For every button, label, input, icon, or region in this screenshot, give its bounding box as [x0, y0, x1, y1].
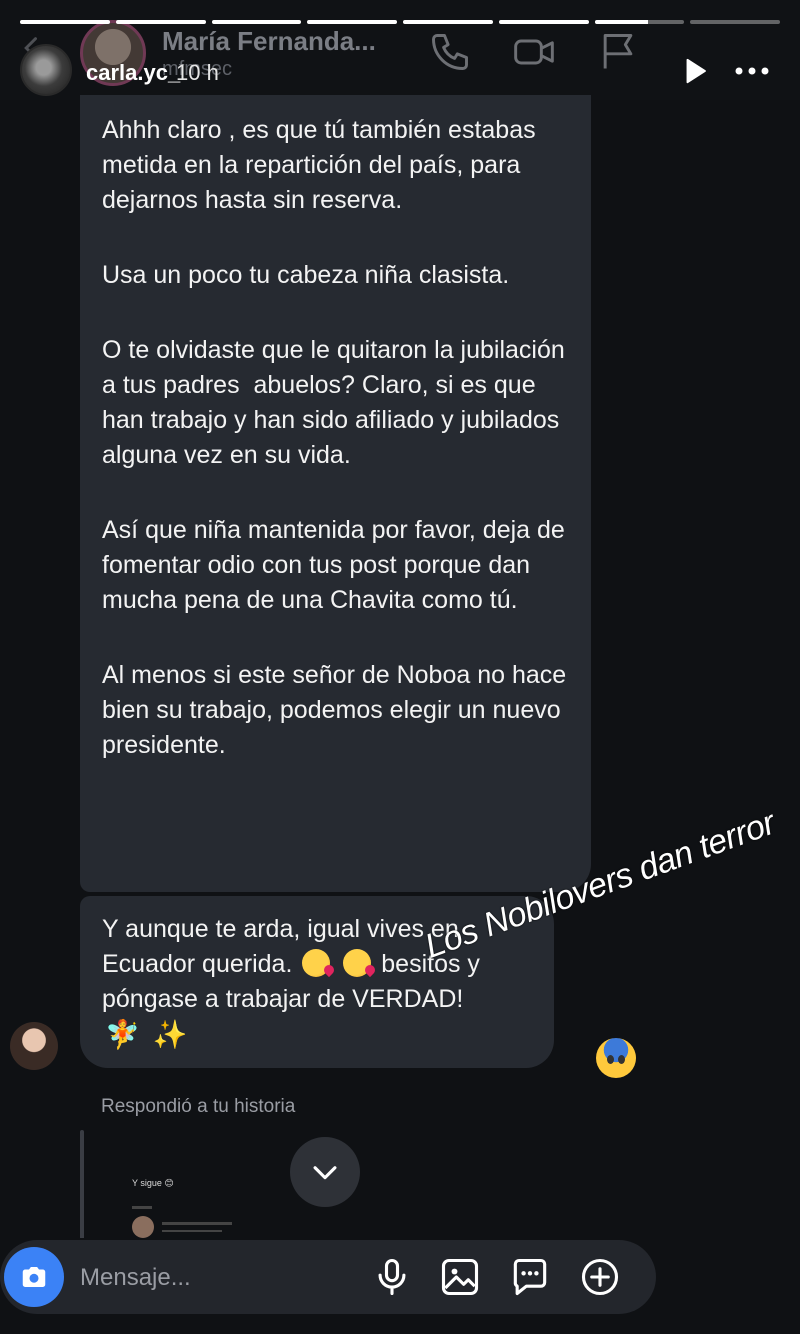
kissing-face-emoji-icon	[302, 949, 331, 977]
story-progress-segment	[498, 20, 589, 24]
story-progress-segment	[403, 20, 493, 24]
scroll-down-button[interactable]	[290, 1137, 360, 1207]
camera-icon	[22, 1267, 46, 1287]
dm-actions	[428, 30, 640, 74]
sticker-chat-icon[interactable]	[508, 1255, 552, 1299]
thumbnail-line	[132, 1206, 152, 1209]
story-progress-bar	[20, 20, 780, 24]
fairy-emoji-icon: 🧚	[105, 1019, 140, 1050]
story-thumbnail-text: Y sigue 😊	[132, 1178, 174, 1188]
story-progress-segment	[594, 20, 685, 24]
story-progress-segment	[115, 20, 206, 24]
microphone-icon[interactable]	[370, 1255, 414, 1299]
thumbnail-line	[162, 1230, 222, 1232]
story-progress-segment	[211, 20, 302, 24]
story-progress-fill	[115, 20, 206, 24]
message-input[interactable]	[80, 1262, 360, 1294]
story-progress-segment	[690, 20, 780, 24]
sender-avatar[interactable]	[10, 1022, 58, 1070]
story-progress-fill	[498, 20, 589, 24]
anxious-face-emoji-icon	[596, 1038, 636, 1078]
sparkles-emoji-icon: ✨	[152, 1019, 188, 1050]
play-icon[interactable]	[680, 56, 710, 86]
camera-button[interactable]	[4, 1247, 64, 1307]
reply-indicator-line	[80, 1130, 84, 1240]
message-paragraph: O te olvidaste que le quitaron la jubila…	[102, 336, 572, 469]
story-author-avatar[interactable]	[20, 44, 72, 96]
story-progress-fill	[403, 20, 493, 24]
story-progress-segment	[307, 20, 397, 24]
story-progress-fill	[211, 20, 302, 24]
story-progress-fill	[20, 20, 110, 24]
contact-name: María Fernanda...	[162, 26, 376, 56]
flag-icon	[603, 34, 633, 69]
story-time-ago: 10 h	[176, 60, 219, 85]
message-paragraph: Así que niña mantenida por favor, deja d…	[102, 516, 572, 614]
message-paragraph: Al menos si este señor de Noboa no hace …	[102, 661, 574, 759]
story-screen: María Fernanda... mfmsec carla.yc_ 10 h …	[0, 0, 800, 1334]
story-progress-fill	[594, 20, 649, 24]
phone-icon	[432, 34, 468, 70]
gallery-icon[interactable]	[438, 1255, 482, 1299]
story-progress-segment	[20, 20, 110, 24]
thumbnail-line	[162, 1222, 232, 1225]
replied-to-story-label: Respondió a tu historia	[101, 1096, 296, 1117]
video-call-icon	[514, 39, 554, 65]
chevron-down-icon	[313, 1166, 337, 1180]
add-icon[interactable]	[578, 1255, 622, 1299]
kissing-face-emoji-icon	[343, 949, 372, 977]
message-bubble: Ahhh claro , es que tú también estabas m…	[80, 95, 591, 892]
story-progress-fill	[307, 20, 397, 24]
story-username[interactable]: carla.yc_	[86, 60, 180, 86]
more-options-icon[interactable]	[732, 56, 772, 86]
message-paragraph: Usa un poco tu cabeza niña clasista.	[102, 261, 510, 289]
story-thumbnail[interactable]: Y sigue 😊	[110, 1160, 250, 1240]
message-paragraph: Ahhh claro , es que tú también estabas m…	[102, 116, 543, 214]
thumbnail-avatar	[132, 1216, 154, 1238]
